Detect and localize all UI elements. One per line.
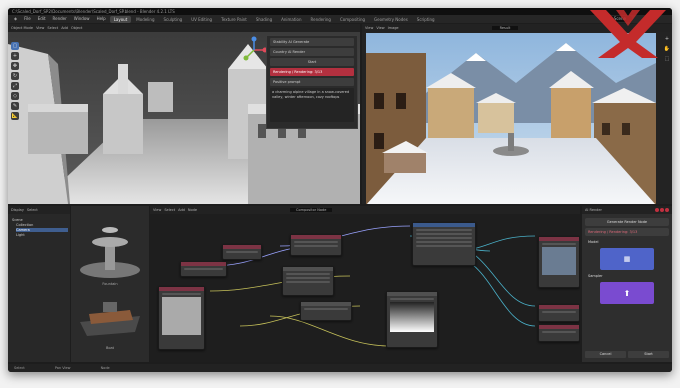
tab-compositing[interactable]: Compositing (336, 16, 369, 23)
menu-window[interactable]: Window (71, 15, 93, 23)
rotate-tool-icon[interactable]: ↻ (11, 72, 19, 80)
tab-geometry-nodes[interactable]: Geometry Nodes (370, 16, 412, 23)
ai-panel-red-icons (655, 208, 669, 212)
tab-rendering[interactable]: Rendering (307, 16, 335, 23)
node-filter[interactable] (282, 266, 334, 296)
move-tool-icon[interactable]: ✥ (11, 62, 19, 70)
boat-asset-thumbnail[interactable] (75, 294, 145, 344)
render-view-menu-2[interactable]: View (376, 26, 384, 30)
ai-panel-buttons: Cancel Start (585, 351, 669, 358)
node-editor[interactable]: View Select Add Node Compositor Node (150, 206, 580, 362)
model-label: Model (588, 240, 599, 244)
outliner-item-light[interactable]: Light (16, 233, 68, 237)
menu-help[interactable]: Help (94, 15, 109, 23)
model-thumbnail[interactable]: ▦ (600, 248, 654, 270)
record-icon-2[interactable] (660, 208, 664, 212)
navigation-gizmo-icon[interactable] (240, 36, 268, 64)
viewport-3d[interactable]: Object Mode View Select Add Object ▢ + ✥… (8, 24, 360, 204)
menu-file[interactable]: File (21, 15, 34, 23)
record-icon-3[interactable] (665, 208, 669, 212)
tab-shading[interactable]: Shading (252, 16, 276, 23)
sidebar-start-button[interactable]: Start (270, 58, 354, 66)
select-tool-icon[interactable]: ▢ (11, 42, 19, 50)
node-output[interactable] (538, 324, 580, 342)
record-icon[interactable] (655, 208, 659, 212)
sidebar-status: Rendering / Rendering: 3/13 (270, 68, 354, 76)
viewport-object-menu[interactable]: Object (71, 26, 82, 30)
window-title: C:\Scaled_Dorf_SP2\Documents\Blender\Sca… (8, 8, 672, 15)
annotate-tool-icon[interactable]: ✎ (11, 102, 19, 110)
measure-tool-icon[interactable]: 📐 (11, 112, 19, 120)
transform-tool-icon[interactable]: ◇ (11, 92, 19, 100)
tab-layout[interactable]: Layout (109, 15, 132, 23)
fountain-asset-thumbnail[interactable] (75, 220, 145, 280)
outliner-item-camera[interactable]: Camera (16, 228, 68, 232)
viewport-header: Object Mode View Select Add Object (8, 24, 360, 32)
cancel-button[interactable]: Cancel (585, 351, 626, 358)
scale-tool-icon[interactable]: ⤢ (11, 82, 19, 90)
fountain-asset-label: Fountain (102, 282, 118, 286)
blender-logo-icon[interactable]: ◈ (11, 15, 20, 23)
node-mix[interactable] (222, 244, 262, 260)
ai-status-label: Rendering / Rendering: 3/13 (585, 228, 669, 236)
ai-render-panel: AI Render Generate Render Node Rendering… (582, 206, 672, 362)
generate-render-node-button[interactable]: Generate Render Node (585, 218, 669, 226)
node-image-input[interactable] (158, 286, 205, 350)
image-name-field[interactable]: Result (491, 26, 519, 30)
node-blur[interactable] (300, 301, 352, 321)
outliner-display-menu[interactable]: Display (11, 208, 24, 212)
node-ai-render[interactable] (412, 222, 476, 266)
node-links (209, 225, 536, 347)
start-button[interactable]: Start (628, 351, 669, 358)
status-select: Select (14, 366, 25, 370)
boat-asset-label: Boat (105, 346, 115, 350)
viewport-view-menu[interactable]: View (36, 26, 44, 30)
tab-animation[interactable]: Animation (277, 16, 305, 23)
viewport-select-menu[interactable]: Select (47, 26, 58, 30)
menu-bar: ◈ File Edit Render Window Help Layout Mo… (8, 15, 672, 23)
tab-modeling[interactable]: Modeling (132, 16, 158, 23)
outliner-select-menu[interactable]: Select (27, 208, 38, 212)
prompt-label: Positive prompt (270, 78, 354, 86)
outliner-header: Display Select (8, 206, 70, 214)
viewport-add-menu[interactable]: Add (61, 26, 68, 30)
tab-uv-editing[interactable]: UV Editing (187, 16, 216, 23)
ai-render-sidebar: Stability AI Generate Country AI Render … (266, 35, 358, 129)
tab-texture-paint[interactable]: Texture Paint (217, 16, 251, 23)
menu-render[interactable]: Render (50, 15, 70, 23)
upscale-thumbnail[interactable]: ⬆ (600, 282, 654, 304)
tab-sculpting[interactable]: Sculpting (160, 16, 187, 23)
cursor-tool-icon[interactable]: + (11, 52, 19, 60)
toolbar: ▢ + ✥ ↻ ⤢ ◇ ✎ 📐 (11, 42, 19, 120)
status-node: Node (100, 366, 110, 370)
sidebar-title: Stability AI Generate (270, 38, 354, 46)
sampler-label: Sampler (588, 274, 603, 278)
ai-panel-header: AI Render (582, 206, 672, 214)
outliner-item-scene[interactable]: Scene (12, 218, 68, 222)
render-view-menu[interactable]: View (365, 26, 373, 30)
node-viewer[interactable] (538, 236, 580, 288)
mode-selector[interactable]: Object Mode (11, 26, 33, 30)
menu-edit[interactable]: Edit (35, 15, 49, 23)
render-image-menu[interactable]: Image (388, 26, 399, 30)
ai-panel-title: AI Render (585, 208, 602, 212)
asset-browser: Fountain Boat (71, 206, 149, 362)
node-color-ramp[interactable] (290, 234, 342, 256)
node-composite[interactable] (538, 304, 580, 322)
watermark-logo (590, 10, 666, 58)
status-pan: Pan View (54, 366, 71, 370)
prompt-textarea[interactable]: a charming alpine village in a snow-cove… (270, 88, 354, 122)
tab-scripting[interactable]: Scripting (413, 16, 439, 23)
node-depth-viewer[interactable] (386, 291, 438, 348)
sidebar-item-country[interactable]: Country AI Render (270, 48, 354, 56)
outliner-item-collection[interactable]: Collection (16, 223, 68, 227)
status-bar: Select Pan View Node (8, 364, 672, 372)
blender-window: C:\Scaled_Dorf_SP2\Documents\Blender\Sca… (8, 8, 672, 372)
node-render-layers[interactable] (180, 261, 227, 277)
outliner: Display Select Scene Collection Camera L… (8, 206, 70, 362)
